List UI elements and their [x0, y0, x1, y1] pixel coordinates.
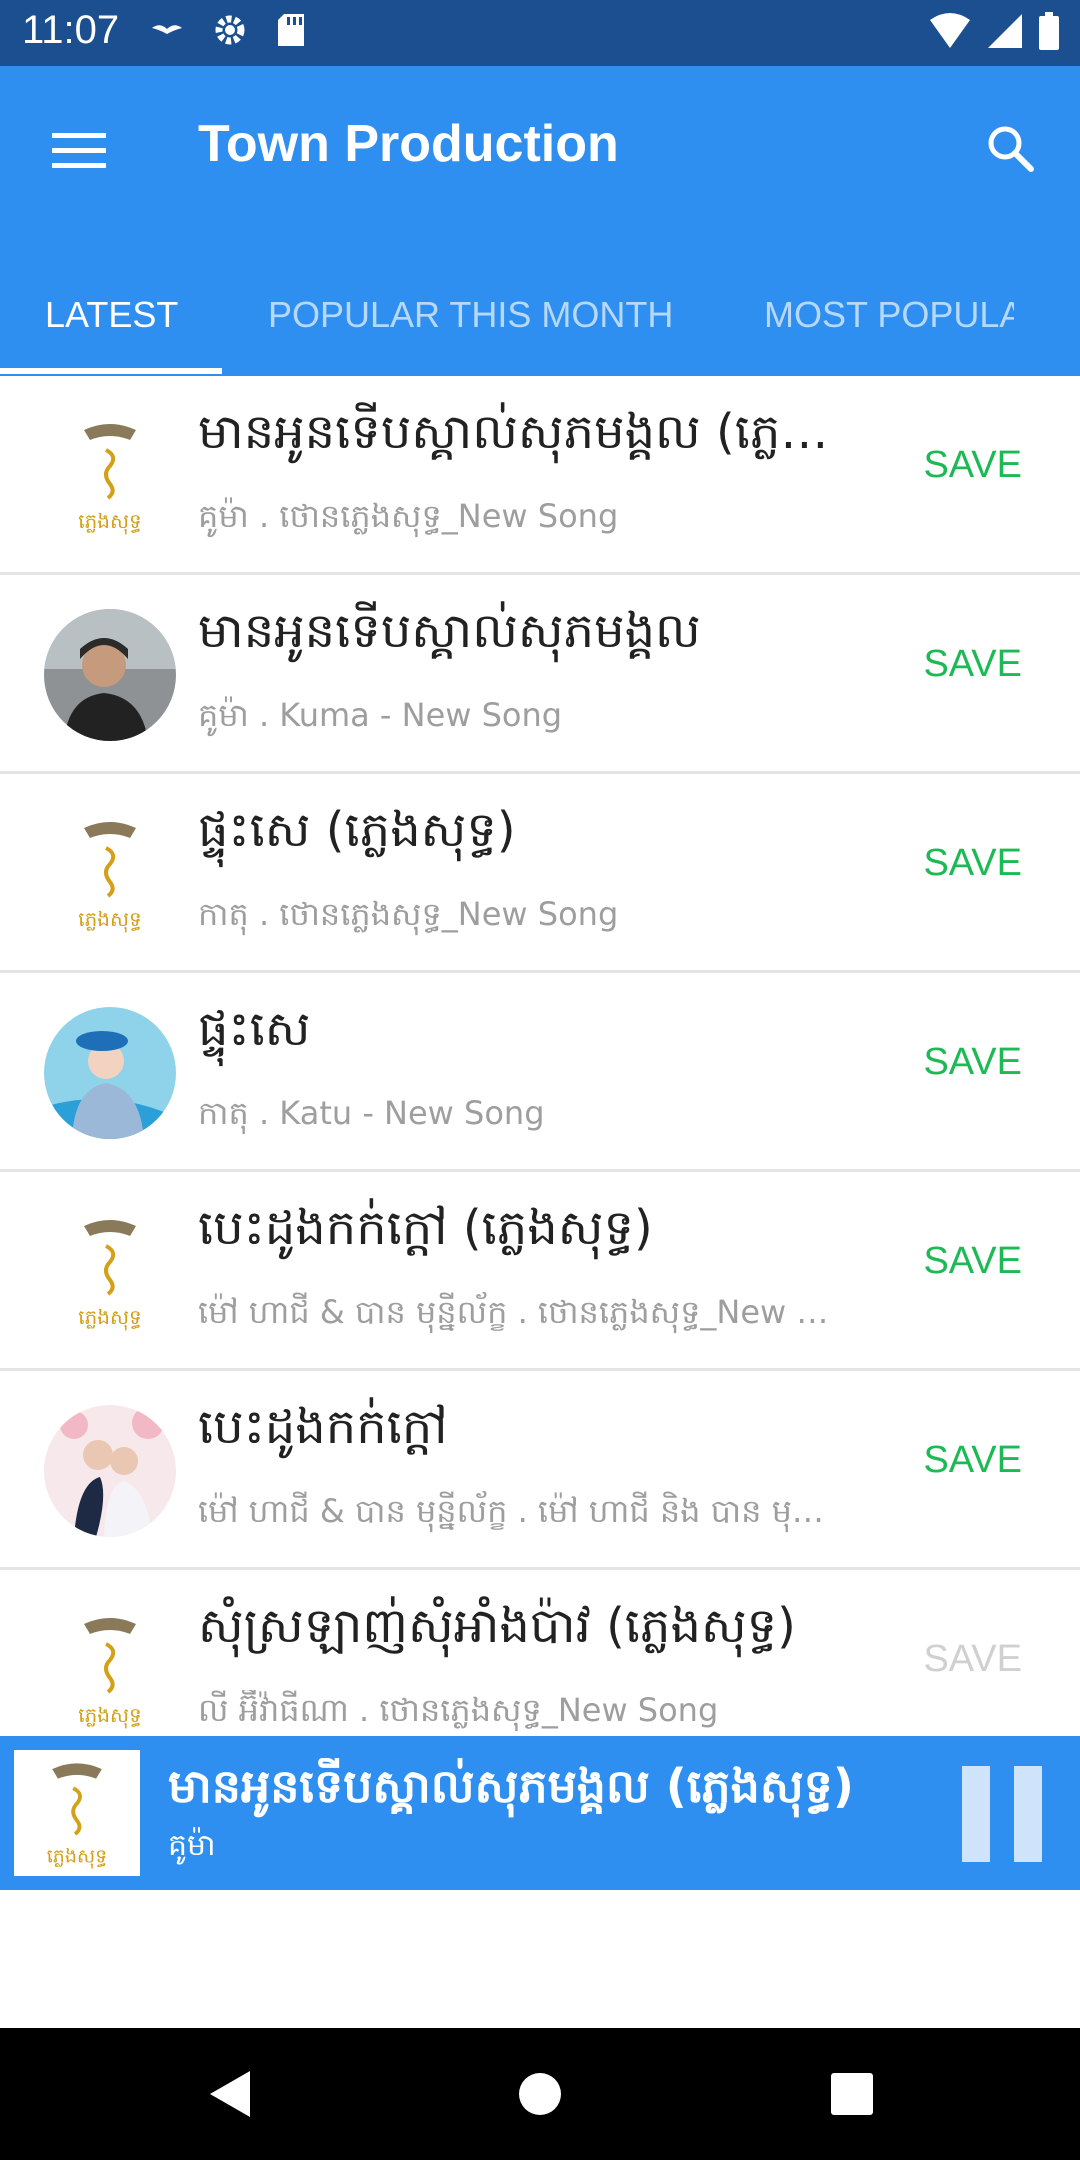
recents-button[interactable] — [822, 2064, 882, 2124]
pause-button[interactable] — [962, 1766, 1042, 1862]
town-logo-icon: ភ្លេងសុទ្ធ — [44, 410, 176, 542]
pause-icon-bar — [1014, 1766, 1042, 1862]
save-button[interactable]: SAVE — [923, 1240, 1022, 1283]
artist-thumb — [44, 609, 176, 741]
song-subtitle: ម៉ៅ ហាជី & បាន មុន្នីល័ក្ខ . ថោនភ្លេងសុទ… — [198, 1293, 838, 1331]
town-logo-thumb: ភ្លេងសុទ្ធ — [44, 1604, 176, 1736]
hamburger-icon — [52, 133, 106, 168]
artist-thumb — [44, 1405, 176, 1537]
list-item[interactable]: បេះដូងកក់ក្ដៅ ម៉ៅ ហាជី & បាន មុន្នីល័ក្ខ… — [0, 1371, 1080, 1570]
back-icon — [210, 2071, 250, 2117]
list-item[interactable]: មានអូនទើបស្គាល់សុភមង្គល គូម៉ា . Kuma - N… — [0, 575, 1080, 774]
town-logo-thumb: ភ្លេងសុទ្ធ — [44, 808, 176, 940]
signal-icon — [986, 12, 1024, 54]
tab-bar: LATEST POPULAR THIS MONTH MOST POPULAR — [0, 266, 1080, 376]
app-title: Town Production — [198, 115, 619, 173]
svg-text:ភ្លេងសុទ្ធ: ភ្លេងសុទ្ធ — [78, 509, 141, 535]
home-button[interactable] — [510, 2064, 570, 2124]
save-button[interactable]: SAVE — [923, 643, 1022, 686]
town-logo-icon: ភ្លេងសុទ្ធ — [14, 1750, 140, 1876]
player-thumb: ភ្លេងសុទ្ធ — [14, 1750, 140, 1876]
player-artist: គូម៉ា — [168, 1828, 216, 1863]
gear-icon — [212, 12, 248, 52]
song-subtitle: គូម៉ា . ថោនភ្លេងសុទ្ធ_New Song — [198, 497, 619, 535]
tab-latest[interactable]: LATEST — [45, 294, 178, 336]
tab-indicator — [0, 368, 222, 374]
song-subtitle: កាតុ . Katu - New Song — [198, 1094, 545, 1132]
tab-clip: MOST POPULAR — [764, 266, 1014, 376]
artist-photo-icon — [44, 1007, 176, 1139]
save-button[interactable]: SAVE — [923, 1638, 1022, 1681]
search-icon — [988, 126, 1034, 172]
status-right-icons — [928, 12, 1060, 54]
town-logo-thumb: ភ្លេងសុទ្ធ — [44, 410, 176, 542]
song-title: ផ្ទុះសេ (ភ្លេងសុទ្ធ) — [198, 802, 516, 858]
save-button[interactable]: SAVE — [923, 842, 1022, 885]
menu-button[interactable] — [44, 116, 114, 186]
battery-icon — [1038, 12, 1060, 54]
song-subtitle: លី អ៊ីវ៉ាធីណា . ថោនភ្លេងសុទ្ធ_New Song — [198, 1691, 719, 1729]
pause-icon — [962, 1766, 990, 1862]
tab-popular-this-month[interactable]: POPULAR THIS MONTH — [268, 294, 673, 336]
tab-most-popular[interactable]: MOST POPULAR — [764, 294, 1014, 336]
recents-icon — [831, 2073, 873, 2115]
song-list: ភ្លេងសុទ្ធ មានអូនទើបស្គាល់សុភមង្គល (ភ្លេ… — [0, 376, 1080, 1736]
system-nav-bar — [0, 2028, 1080, 2160]
status-left-icons — [150, 12, 306, 52]
list-item[interactable]: ផ្ទុះសេ កាតុ . Katu - New Song SAVE — [0, 973, 1080, 1172]
svg-text:ភ្លេងសុទ្ធ: ភ្លេងសុទ្ធ — [78, 1305, 141, 1331]
song-title: មានអូនទើបស្គាល់សុភមង្គល (ភ្លេងសុទ្ធ) — [198, 404, 838, 460]
town-logo-thumb: ភ្លេងសុទ្ធ — [44, 1206, 176, 1338]
svg-text:ភ្លេងសុទ្ធ: ភ្លេងសុទ្ធ — [47, 1845, 108, 1870]
wifi-icon — [928, 12, 972, 54]
sd-card-icon — [276, 12, 306, 52]
list-item[interactable]: ភ្លេងសុទ្ធ បេះដូងកក់ក្ដៅ (ភ្លេងសុទ្ធ) ម៉… — [0, 1172, 1080, 1371]
song-title: បេះដូងកក់ក្ដៅ — [198, 1399, 448, 1455]
list-item[interactable]: ភ្លេងសុទ្ធ ផ្ទុះសេ (ភ្លេងសុទ្ធ) កាតុ . ថ… — [0, 774, 1080, 973]
status-time: 11:07 — [22, 8, 120, 52]
home-icon — [519, 2073, 561, 2115]
song-subtitle: កាតុ . ថោនភ្លេងសុទ្ធ_New Song — [198, 895, 619, 933]
search-button[interactable] — [972, 110, 1048, 186]
song-subtitle: ម៉ៅ ហាជី & បាន មុន្នីល័ក្ខ . ម៉ៅ ហាជី និ… — [198, 1492, 838, 1530]
town-logo-icon: ភ្លេងសុទ្ធ — [44, 808, 176, 940]
player-title: មានអូនទើបស្គាល់សុភមង្គល (ភ្លេងសុទ្ធ) — [168, 1759, 854, 1813]
svg-text:ភ្លេងសុទ្ធ: ភ្លេងសុទ្ធ — [78, 1703, 141, 1729]
song-subtitle: គូម៉ា . Kuma - New Song — [198, 696, 563, 734]
app-bar: Town Production LATEST POPULAR THIS MONT… — [0, 66, 1080, 376]
status-bar: 11:07 — [0, 0, 1080, 66]
song-title: ផ្ទុះសេ — [198, 1001, 311, 1057]
bird-icon — [150, 20, 184, 44]
town-logo-icon: ភ្លេងសុទ្ធ — [44, 1206, 176, 1338]
list-item[interactable]: ភ្លេងសុទ្ធ មានអូនទើបស្គាល់សុភមង្គល (ភ្លេ… — [0, 376, 1080, 575]
list-item[interactable]: ភ្លេងសុទ្ធ សុំស្រឡាញ់សុំអាំងប៉ាវ (ភ្លេងស… — [0, 1570, 1080, 1736]
artist-thumb — [44, 1007, 176, 1139]
artist-photo-icon — [44, 609, 176, 741]
song-title: សុំស្រឡាញ់សុំអាំងប៉ាវ (ភ្លេងសុទ្ធ) — [198, 1598, 796, 1654]
mini-player[interactable]: ភ្លេងសុទ្ធ មានអូនទើបស្គាល់សុភមង្គល (ភ្លេ… — [0, 1736, 1080, 1890]
town-logo-icon: ភ្លេងសុទ្ធ — [44, 1604, 176, 1736]
artist-photo-icon — [44, 1405, 176, 1537]
svg-text:ភ្លេងសុទ្ធ: ភ្លេងសុទ្ធ — [78, 907, 141, 933]
save-button[interactable]: SAVE — [923, 1041, 1022, 1084]
save-button[interactable]: SAVE — [923, 444, 1022, 487]
back-button[interactable] — [200, 2064, 260, 2124]
song-title: មានអូនទើបស្គាល់សុភមង្គល — [198, 603, 701, 659]
song-title: បេះដូងកក់ក្ដៅ (ភ្លេងសុទ្ធ) — [198, 1200, 653, 1256]
save-button[interactable]: SAVE — [923, 1439, 1022, 1482]
